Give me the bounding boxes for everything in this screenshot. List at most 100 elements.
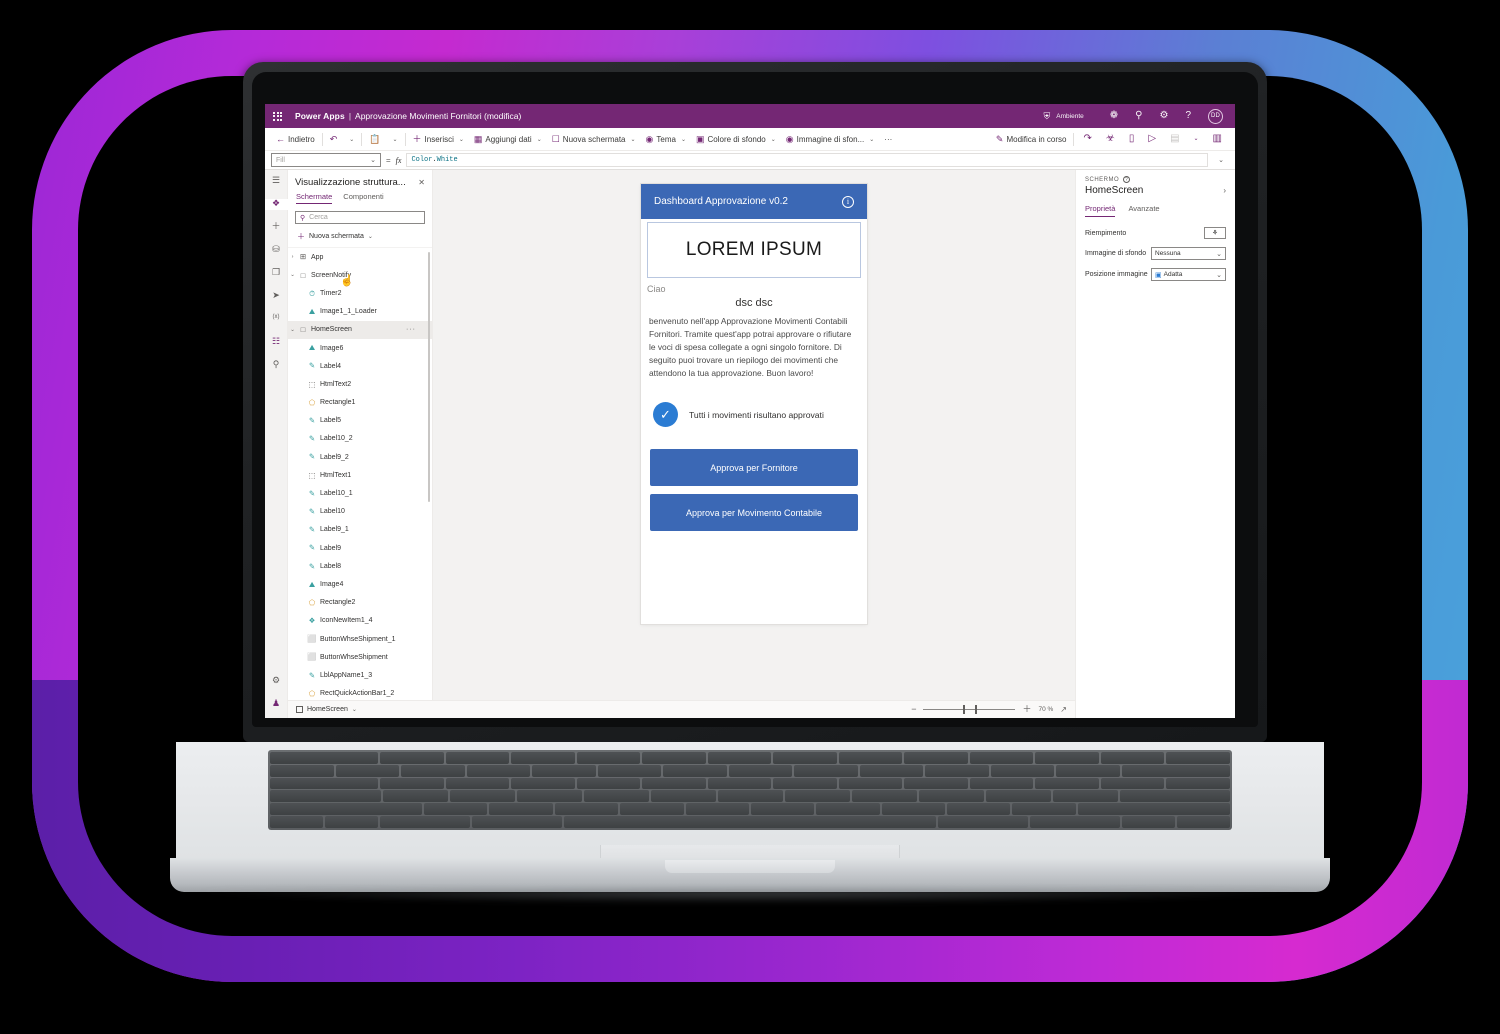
tree-node-overflow-icon[interactable]: ···	[406, 326, 416, 333]
chevron-toggle-icon[interactable]: ⌄	[288, 327, 297, 333]
welcome-body-text: benvenuto nell'app Approvazione Moviment…	[649, 316, 852, 379]
settings-gear-icon[interactable]: ⚙	[265, 676, 288, 687]
tree-node-label5[interactable]: ✎ Label5	[288, 412, 432, 430]
background-image-dropdown[interactable]: Nessuna ⌄	[1151, 247, 1226, 260]
close-icon[interactable]: ✕	[418, 178, 425, 187]
comments-icon[interactable]: ▯	[1122, 134, 1142, 144]
tree-node-label9[interactable]: ✎ Label9	[288, 539, 432, 557]
insert-plus-icon[interactable]: ＋	[265, 222, 288, 233]
new-screen-button[interactable]: ☐ Nuova schermata ⌄	[547, 130, 641, 148]
undo-dropdown[interactable]: ⌄	[342, 130, 359, 148]
zoom-in-button[interactable]: ＋	[1022, 705, 1031, 714]
tree-node-app[interactable]: › ⊞ App	[288, 248, 432, 266]
tab-componenti[interactable]: Componenti	[343, 192, 383, 204]
tree-node-homescreen[interactable]: ⌄ □ HomeScreen ···	[288, 320, 432, 339]
tree-node-image1_1_loader[interactable]: ⛰ Image1_1_Loader	[288, 303, 432, 321]
approva-per-fornitore-button[interactable]: Approva per Fornitore	[650, 449, 858, 487]
new-screen-button[interactable]: ＋ Nuova schermata ⌄	[288, 228, 432, 247]
share-icon[interactable]: ↷	[1076, 134, 1098, 144]
tree-node-buttonwhseshipment[interactable]: ⬜ ButtonWhseShipment	[288, 648, 432, 666]
tree-node-rectangle1[interactable]: ⬠ Rectangle1	[288, 394, 432, 412]
info-icon[interactable]: i	[842, 195, 854, 208]
app-checker-icon[interactable]: ☣	[1099, 134, 1122, 144]
tree-node-label10[interactable]: ✎ Label10	[288, 503, 432, 521]
undo-button[interactable]: ↶	[325, 130, 343, 148]
variables-icon[interactable]: (x)	[265, 314, 288, 325]
tree-node-lblappname1_3[interactable]: ✎ LblAppName1_3	[288, 666, 432, 684]
tree-view-icon[interactable]: ❖	[265, 199, 288, 210]
background-image-button[interactable]: ◉ Immagine di sfon... ⌄	[781, 130, 879, 148]
hamburger-menu-icon[interactable]: ☰	[265, 176, 288, 187]
hero-image-placeholder[interactable]: LOREM IPSUM	[647, 222, 861, 278]
brand-label: Power Apps	[295, 111, 345, 121]
fit-screen-icon[interactable]: ↗	[1060, 705, 1067, 714]
power-automate-icon[interactable]: ➤	[265, 291, 288, 302]
tree-scrollbar[interactable]	[427, 252, 430, 502]
back-button[interactable]: ← Indietro	[271, 130, 320, 148]
tree-node-htmltext1[interactable]: ⬚ HtmlText1	[288, 466, 432, 484]
zoom-slider-thumb[interactable]	[963, 705, 965, 714]
data-icon[interactable]: ⛁	[265, 245, 288, 256]
screen-selector[interactable]: HomeScreen ⌄	[296, 706, 357, 713]
paste-button[interactable]: 📋	[364, 130, 385, 148]
tree-node-buttonwhseshipment_1[interactable]: ⬜ ButtonWhseShipment_1	[288, 630, 432, 648]
app-checker-icon[interactable]: ☷	[265, 337, 288, 348]
chevron-toggle-icon[interactable]: ⌄	[288, 272, 297, 278]
tree-node-image6[interactable]: ⛰ Image6	[288, 339, 432, 357]
insert-button[interactable]: ＋ Inserisci ⌄	[408, 130, 469, 148]
notification-bell-icon[interactable]: ⚲	[1135, 111, 1142, 121]
environment-picker[interactable]: ⛨ Ambiente	[1044, 111, 1084, 122]
tree-node-label4[interactable]: ✎ Label4	[288, 357, 432, 375]
power-platform-icon[interactable]: ❁	[1110, 111, 1118, 121]
chevron-right-icon[interactable]: ›	[1223, 186, 1226, 195]
avatar[interactable]: DD	[1208, 108, 1223, 124]
preview-play-icon[interactable]: ▷	[1141, 134, 1163, 144]
search-input[interactable]: ⚲ Cerca	[295, 211, 425, 224]
editing-label: Modifica in corso	[1006, 134, 1067, 144]
formula-expand-button[interactable]: ⌄	[1213, 156, 1229, 164]
approva-per-movimento-contabile-button[interactable]: Approva per Movimento Contabile	[650, 494, 858, 532]
zoom-out-button[interactable]: −	[911, 705, 916, 714]
chevron-down-icon[interactable]: ⌄	[1187, 136, 1206, 142]
media-icon[interactable]: ❐	[265, 268, 288, 279]
chevron-down-icon: ⌄	[536, 136, 542, 143]
tree-node-htmltext2[interactable]: ⬚ HtmlText2	[288, 375, 432, 393]
tab-proprieta[interactable]: Proprietà	[1085, 204, 1116, 217]
tree-node-label8[interactable]: ✎ Label8	[288, 557, 432, 575]
add-data-button[interactable]: ▦ Aggiungi dati ⌄	[469, 130, 547, 148]
image-position-dropdown[interactable]: ▣ Adatta ⌄	[1151, 268, 1226, 281]
theme-button[interactable]: ◉ Tema ⌄	[641, 130, 691, 148]
chevron-toggle-icon[interactable]: ›	[288, 254, 297, 260]
paste-dropdown[interactable]: ⌄	[385, 130, 402, 148]
tree-node-iconnewitem1_4[interactable]: ❖ IconNewItem1_4	[288, 612, 432, 630]
help-icon[interactable]: ?	[1123, 176, 1131, 183]
toolbar-overflow-button[interactable]: ···	[879, 130, 897, 148]
formula-input[interactable]: Color. White	[406, 153, 1208, 167]
properties-kicker-label: SCHERMO	[1085, 176, 1120, 183]
save-icon[interactable]: ▤	[1163, 134, 1186, 144]
tab-avanzate[interactable]: Avanzate	[1128, 204, 1159, 217]
property-select[interactable]: Fill ⌄	[271, 153, 381, 167]
app-canvas[interactable]: Dashboard Approvazione v0.2 i LOREM IPSU…	[433, 170, 1075, 718]
tree-node-rectangle2[interactable]: ⬠ Rectangle2	[288, 594, 432, 612]
tree-node-label9_1[interactable]: ✎ Label9_1	[288, 521, 432, 539]
tree-node-list[interactable]: › ⊞ App ⌄ □ ScreenNotify ⏱ Timer2 ⛰ Image1_1_Load…	[288, 247, 432, 718]
tree-node-screennotify[interactable]: ⌄ □ ScreenNotify	[288, 266, 432, 284]
tree-node-label10_2[interactable]: ✎ Label10_2	[288, 430, 432, 448]
tree-node-label10_1[interactable]: ✎ Label10_1	[288, 484, 432, 502]
tab-schermate[interactable]: Schermate	[296, 192, 333, 204]
publish-icon[interactable]: ▥	[1206, 134, 1229, 144]
tree-node-image4[interactable]: ⛰ Image4	[288, 575, 432, 593]
account-icon[interactable]: ♟	[265, 699, 288, 710]
color-swatch-button[interactable]: ⚘	[1204, 227, 1226, 239]
editing-status[interactable]: ✎ Modifica in corso	[991, 130, 1072, 148]
help-question-icon[interactable]: ?	[1185, 111, 1191, 121]
tree-node-label: RectQuickActionBar1_2	[320, 690, 395, 698]
settings-gear-icon[interactable]: ⚙	[1159, 111, 1168, 121]
background-color-button[interactable]: ▣ Colore di sfondo ⌄	[691, 130, 781, 148]
tree-node-timer2[interactable]: ⏱ Timer2	[288, 284, 432, 302]
app-launcher-icon[interactable]	[273, 111, 285, 121]
search-icon[interactable]: ⚲	[265, 360, 288, 371]
tree-node-label9_2[interactable]: ✎ Label9_2	[288, 448, 432, 466]
zoom-slider[interactable]	[923, 705, 1016, 714]
